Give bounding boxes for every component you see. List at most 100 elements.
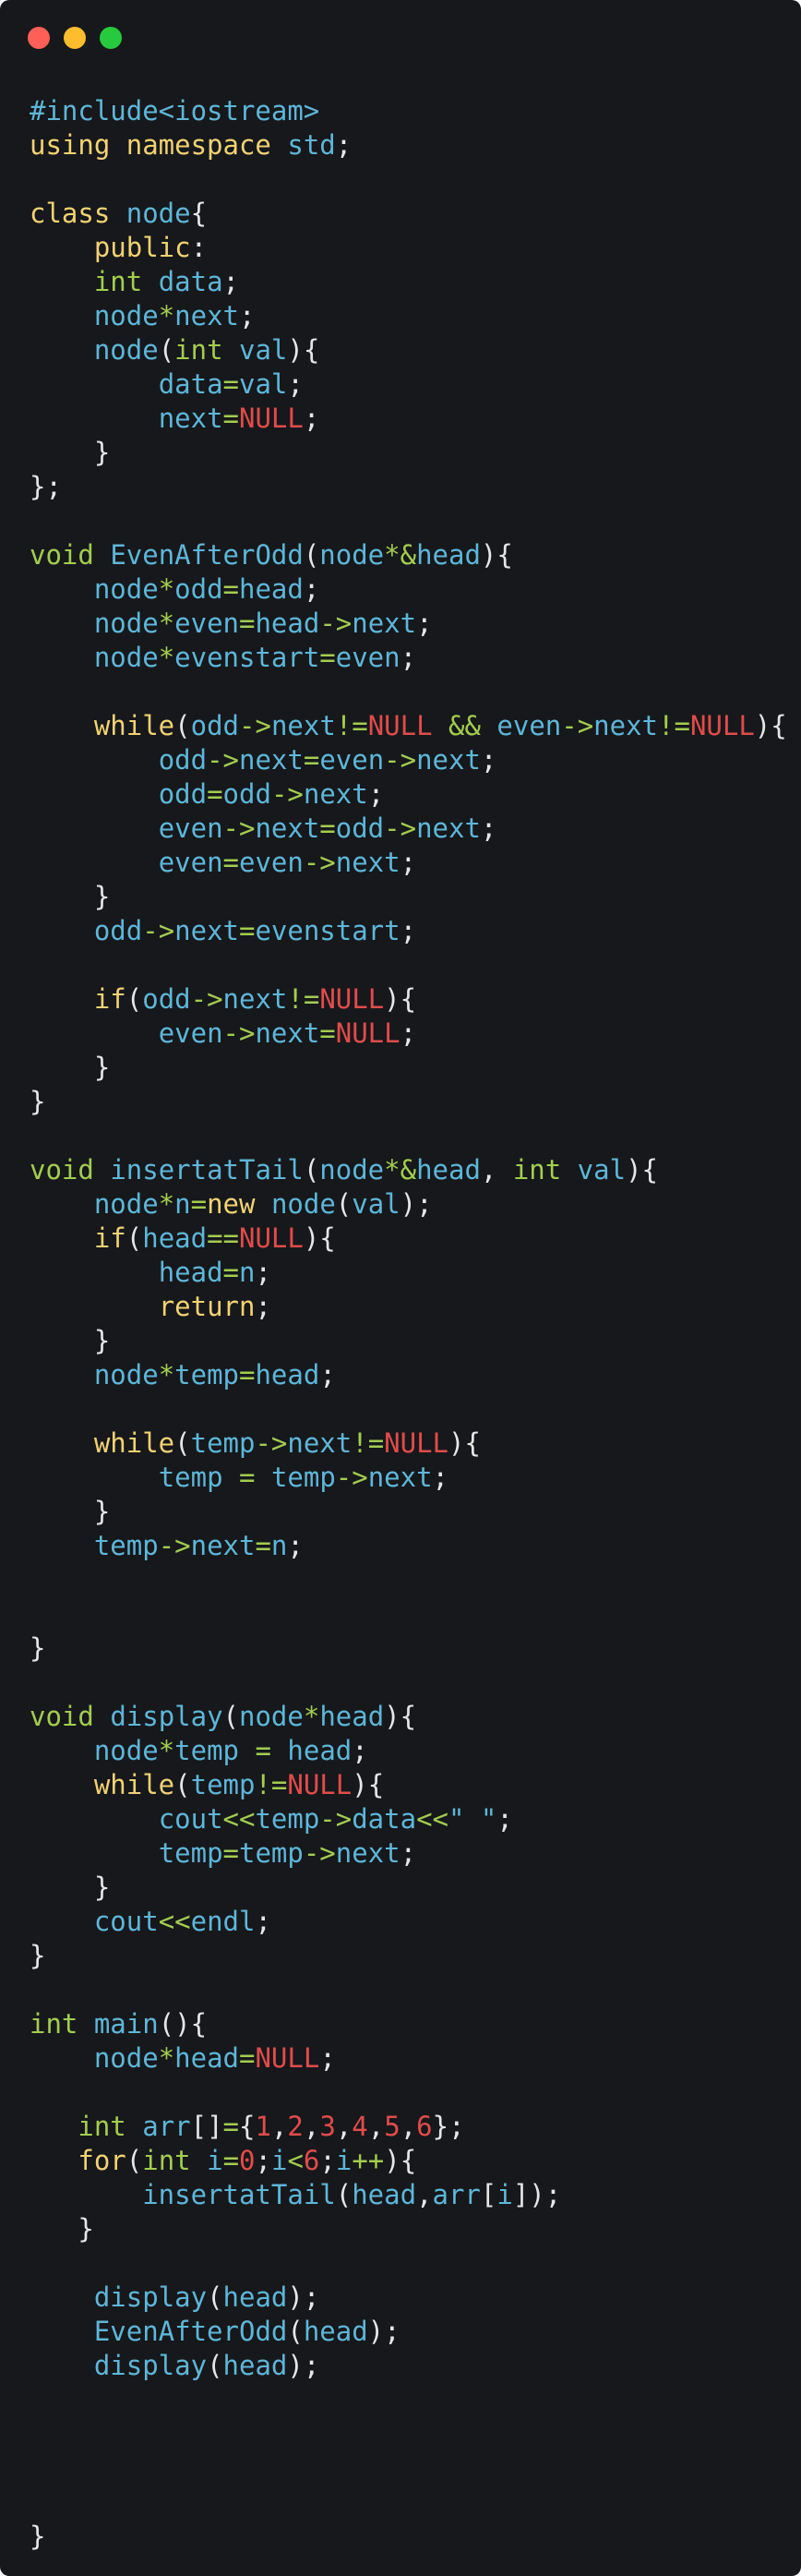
code-token: -> [303,847,336,878]
code-token: int [93,266,159,297]
code-token: next [255,813,320,844]
code-token: ( [126,1222,143,1254]
code-token: insertatTail [142,2179,336,2210]
code-line: return; [30,1290,783,1324]
code-line: int arr[]={1,2,3,4,5,6}; [30,2110,783,2144]
code-token: next [158,403,223,434]
code-block: #include<iostream> using namespace std; c… [30,94,787,2554]
code-line: while(temp!=NULL){ [30,1768,783,1802]
code-token: temp [93,1530,159,1561]
code-token: ; [255,2145,271,2176]
code-token: = [222,403,239,434]
code-token: = [319,813,336,844]
code-token: int [142,2145,208,2176]
code-token: 5 [384,2111,400,2142]
code-token: * [158,608,175,639]
code-line: next=NULL; [30,402,783,436]
code-token: ( [158,334,175,366]
code-line: } [30,1495,783,1529]
code-token: *& [384,1154,417,1186]
code-token: ; [400,642,417,673]
code-line: int main(){ [30,2007,783,2041]
code-window: #include<iostream> using namespace std; c… [0,0,801,2576]
code-token: ; [255,1906,271,1937]
code-token: -> [190,983,223,1015]
code-token: if [93,1222,126,1254]
code-token: val [239,368,288,400]
code-token: ( [335,1188,353,1220]
code-token: i [335,2145,353,2176]
code-token: ); [287,2350,320,2381]
code-token: ){ [287,334,320,366]
code-line: } [30,2212,783,2246]
code-token: " " [448,1803,497,1835]
code-line: public: [30,231,783,265]
minimize-dot-icon[interactable] [64,27,86,49]
code-token: temp [270,1462,336,1493]
code-token: next [190,1530,256,1561]
code-token: = [255,1530,271,1561]
code-token: node [93,334,159,366]
code-line: } [30,1871,783,1905]
code-token: head [255,608,320,639]
code-token: main [93,2008,159,2040]
code-token: int [78,2111,143,2142]
code-token: ){ [303,1222,336,1254]
code-token: = [222,1837,239,1869]
code-token: ; [480,813,497,844]
code-token: ; [416,608,433,639]
code-token: void [30,1701,111,1732]
code-token: 2 [287,2111,304,2142]
code-token: return [158,1291,256,1322]
code-token: 0 [239,2145,256,2176]
code-token: NULL [689,710,755,741]
code-token: next [416,744,481,776]
code-token: } [30,2521,46,2552]
zoom-dot-icon[interactable] [100,27,122,49]
code-token: ( [303,1154,320,1186]
code-token: i [207,2145,223,2176]
code-token: n [270,1530,288,1561]
code-line: even=even->next; [30,846,783,880]
code-token: node [270,1188,336,1220]
code-token: != [255,1769,288,1800]
code-token: ( [174,1769,191,1800]
code-token: = [239,915,256,946]
close-dot-icon[interactable] [28,27,50,49]
code-token: -> [207,744,239,776]
code-token: next [352,608,417,639]
code-token: next [335,1837,400,1869]
code-token: even [174,608,239,639]
code-token: = [239,1462,256,1493]
code-token: while [93,1427,175,1459]
code-line: temp=temp->next; [30,1836,783,1871]
code-token: ; [400,847,417,878]
code-token: } [30,2213,94,2245]
code-token: == [207,1222,239,1254]
code-token: display [93,2281,208,2313]
code-token: odd [222,778,271,810]
code-token: * [158,300,175,331]
code-token: if [93,983,126,1015]
code-token: next [174,300,239,331]
code-token: node [93,1735,159,1766]
code-token: } [30,1632,46,1664]
code-token: even [335,642,400,673]
code-token: odd [93,915,143,946]
